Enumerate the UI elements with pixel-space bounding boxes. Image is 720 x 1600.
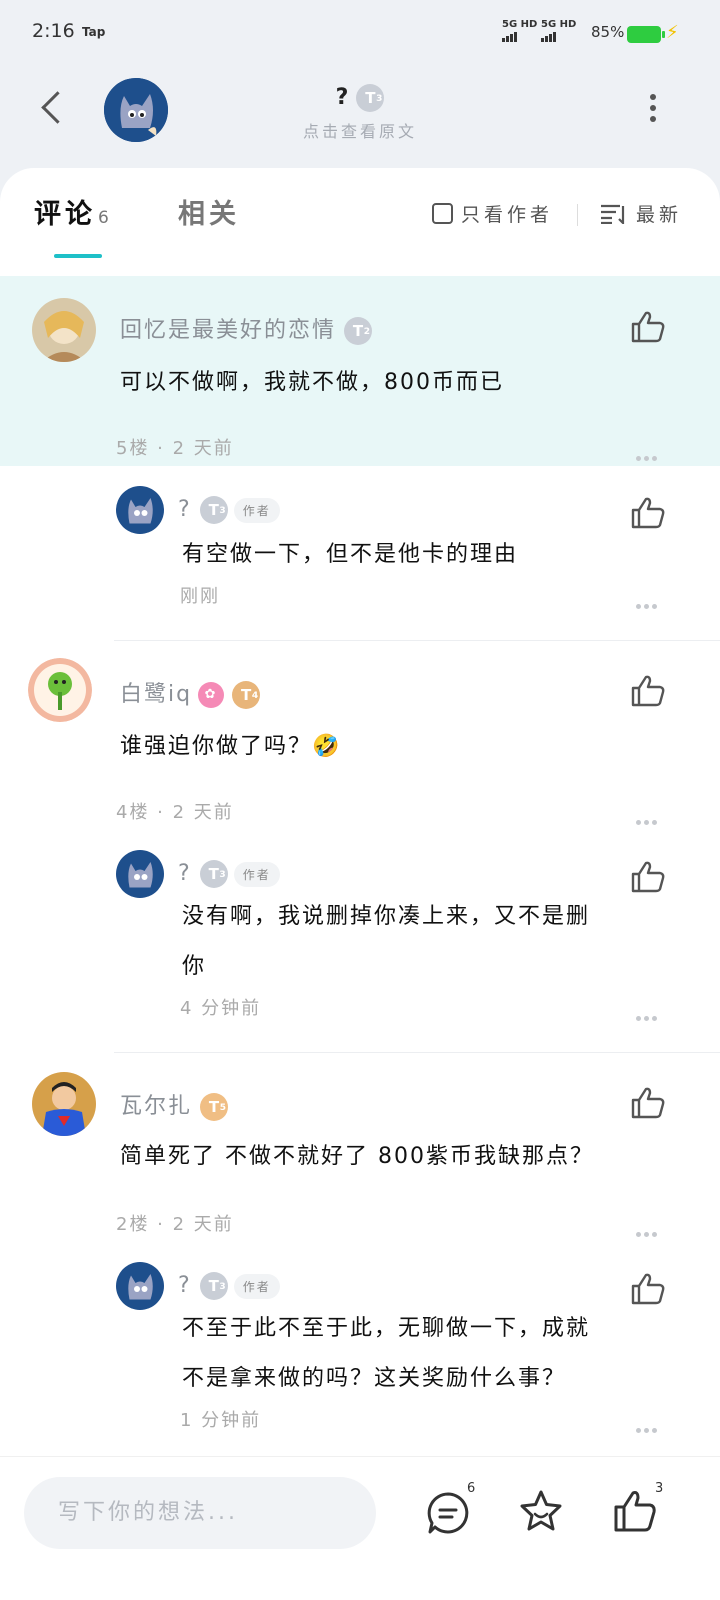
- post-title-text: ?: [335, 85, 349, 110]
- checkbox-icon[interactable]: [432, 203, 453, 224]
- username-text: ?: [178, 497, 192, 522]
- like-icon[interactable]: [630, 860, 666, 894]
- avatar[interactable]: [116, 1262, 164, 1310]
- active-tab-indicator: [54, 254, 102, 258]
- avatar[interactable]: [116, 850, 164, 898]
- tab-comments[interactable]: 评论 6: [34, 192, 109, 231]
- comment-icon[interactable]: [426, 1491, 470, 1535]
- divider: [114, 1052, 720, 1053]
- battery-percent: 85%: [591, 23, 625, 41]
- comment-meta: 5楼 · 2 天前: [116, 438, 234, 459]
- status-time: 2:16: [32, 20, 75, 42]
- reply-text-line-2: 不是拿来做的吗？这关奖励什么事？: [182, 1366, 567, 1391]
- username-text: 白鹭iq: [120, 682, 193, 707]
- author-tag: 作者: [233, 497, 280, 523]
- like-count: 3: [655, 1481, 664, 1496]
- avatar[interactable]: [116, 486, 164, 534]
- comment-meta: 2楼 · 2 天前: [116, 1214, 234, 1235]
- more-icon[interactable]: [636, 1006, 662, 1021]
- bottom-action-bar: 写下你的想法... 6 3: [0, 1456, 720, 1600]
- avatar[interactable]: [32, 298, 96, 362]
- more-icon[interactable]: [636, 810, 662, 825]
- like-icon[interactable]: [630, 1272, 666, 1306]
- comment-username[interactable]: 回忆是最美好的恋情 T 2: [120, 312, 373, 345]
- signal-1-label: 5G HD: [502, 19, 538, 30]
- reply-text-line-1: 不至于此不至于此，无聊做一下，成就: [182, 1316, 591, 1341]
- charging-icon: ⚡: [666, 22, 679, 43]
- avatar[interactable]: [28, 658, 92, 722]
- comment-text: 谁强迫你做了吗？🤣: [120, 734, 342, 759]
- view-original-link[interactable]: 点击查看原文: [0, 118, 720, 142]
- comment-input[interactable]: 写下你的想法...: [24, 1477, 376, 1549]
- reply-username[interactable]: ? T 3 作者: [178, 860, 280, 888]
- reply-time: 4 分钟前: [180, 998, 262, 1019]
- divider: [577, 204, 578, 226]
- username-text: 回忆是最美好的恋情: [120, 318, 337, 343]
- fan-badge-icon: ✿: [198, 682, 225, 708]
- author-only-label: 只看作者: [461, 204, 554, 226]
- comment-meta: 4楼 · 2 天前: [116, 802, 234, 823]
- comment-count: 6: [467, 1481, 476, 1496]
- reply-username[interactable]: ? T 3 作者: [178, 496, 280, 524]
- like-icon[interactable]: [630, 310, 666, 344]
- level-badge-icon: T3: [356, 84, 385, 112]
- reply-text-line-2: 你: [182, 954, 207, 979]
- username-text: ?: [178, 1273, 192, 1298]
- post-title[interactable]: ? T 3: [0, 84, 720, 112]
- tab-bar: 评论 6 相关 只看作者 最新: [0, 168, 720, 268]
- reply-text: 有空做一下，但不是他卡的理由: [182, 542, 519, 567]
- tab-comments-count: 6: [98, 208, 109, 228]
- username-text: 瓦尔扎: [120, 1094, 193, 1119]
- like-icon[interactable]: [630, 496, 666, 530]
- sort-icon: [601, 204, 625, 224]
- top-header: ? T 3 点击查看原文: [0, 62, 720, 170]
- author-only-toggle[interactable]: 只看作者: [432, 200, 553, 227]
- more-icon[interactable]: [636, 1222, 662, 1237]
- sort-label: 最新: [636, 204, 683, 226]
- level-badge-icon: T4: [232, 681, 261, 709]
- more-icon[interactable]: [636, 1418, 662, 1433]
- author-tag: 作者: [233, 1273, 280, 1299]
- status-app-label: Tap: [82, 25, 106, 39]
- like-icon[interactable]: [613, 1489, 657, 1533]
- favorite-star-icon[interactable]: [519, 1489, 563, 1533]
- signal-2-label: 5G HD: [541, 19, 577, 30]
- avatar[interactable]: [32, 1072, 96, 1136]
- like-icon[interactable]: [630, 674, 666, 708]
- signal-1-icon: 5G HD: [502, 20, 537, 42]
- level-badge-icon: T2: [344, 317, 373, 345]
- comment-username[interactable]: 瓦尔扎 T 5: [120, 1088, 229, 1121]
- signal-2-icon: 5G HD: [541, 20, 576, 42]
- level-badge-icon: T5: [200, 1093, 229, 1121]
- tab-related[interactable]: 相关: [178, 192, 240, 231]
- reply-username[interactable]: ? T 3 作者: [178, 1272, 280, 1300]
- more-options-icon[interactable]: [650, 94, 658, 124]
- tab-comments-label: 评论: [34, 199, 96, 230]
- reply-time: 1 分钟前: [180, 1410, 262, 1431]
- battery-icon: [627, 26, 665, 43]
- like-icon[interactable]: [630, 1086, 666, 1120]
- divider: [114, 640, 720, 641]
- level-badge-icon: T3: [199, 1272, 228, 1300]
- comments-card: 评论 6 相关 只看作者 最新 回忆是最美好的恋情 T 2 可以不做啊，我就不做，80…: [0, 168, 720, 1488]
- reply-text-line-1: 没有啊，我说删掉你凑上来，又不是删: [182, 904, 591, 929]
- more-icon[interactable]: [636, 446, 662, 461]
- sort-button[interactable]: 最新: [600, 200, 682, 227]
- level-badge-icon: T3: [199, 496, 228, 524]
- username-text: ?: [178, 861, 192, 886]
- status-bar: 2:16 Tap 5G HD 5G HD 85% ⚡: [0, 0, 720, 62]
- more-icon[interactable]: [636, 594, 662, 609]
- comment-text: 简单死了 不做不就好了 800紫币我缺那点？: [120, 1144, 594, 1169]
- comment-text: 可以不做啊，我就不做，800币而已: [120, 370, 504, 395]
- comment-username[interactable]: 白鹭iq ✿ T 4: [120, 676, 261, 709]
- level-badge-icon: T3: [199, 860, 228, 888]
- author-tag: 作者: [233, 861, 280, 887]
- reply-time: 刚刚: [180, 586, 220, 607]
